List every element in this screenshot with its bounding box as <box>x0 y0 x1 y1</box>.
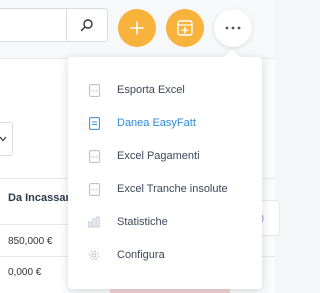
more-options-menu: XLS Esporta Excel Danea EasyFatt XLS Exc… <box>68 57 262 289</box>
menu-item-label: Esporta Excel <box>117 84 185 96</box>
search-input[interactable] <box>0 8 66 42</box>
menu-item-label: Configura <box>117 249 165 261</box>
chevron-down-icon <box>0 136 7 142</box>
content-panel <box>0 58 68 293</box>
svg-text:XLS: XLS <box>91 188 98 192</box>
excel-file-icon: XLS <box>88 149 100 163</box>
more-horizontal-icon <box>225 26 241 30</box>
menu-item-label: Excel Tranche insolute <box>117 183 228 195</box>
menu-item-esporta-excel[interactable]: XLS Esporta Excel <box>68 78 262 102</box>
table-cell: 0,000 € <box>8 267 42 278</box>
search-icon <box>80 19 93 32</box>
gear-icon <box>88 248 100 262</box>
plus-icon <box>130 21 144 35</box>
menu-item-statistiche[interactable]: Statistiche <box>68 210 262 234</box>
menu-item-excel-pagamenti[interactable]: XLS Excel Pagamenti <box>68 144 262 168</box>
menu-item-danea-easyfatt[interactable]: Danea EasyFatt <box>68 111 262 135</box>
menu-item-label: Excel Pagamenti <box>117 150 200 162</box>
more-options-button[interactable] <box>214 9 252 47</box>
column-header: Da Incassare <box>8 192 76 204</box>
excel-file-icon: XLS <box>88 83 100 97</box>
menu-item-excel-tranche-insolute[interactable]: XLS Excel Tranche insolute <box>68 177 262 201</box>
menu-item-configura[interactable]: Configura <box>68 243 262 267</box>
dropdown-toggle[interactable] <box>0 122 13 156</box>
excel-file-icon: XLS <box>88 182 100 196</box>
bar-chart-icon <box>88 215 100 229</box>
file-icon <box>88 116 100 130</box>
search-button[interactable] <box>66 8 108 42</box>
menu-item-label: Statistiche <box>117 216 168 228</box>
svg-text:XLS: XLS <box>91 89 98 93</box>
table-cell: 850,000 € <box>8 236 53 247</box>
add-document-icon <box>177 20 193 36</box>
svg-text:XLS: XLS <box>91 155 98 159</box>
add-document-button[interactable] <box>166 9 204 47</box>
menu-item-label: Danea EasyFatt <box>117 117 196 129</box>
add-button[interactable] <box>118 9 156 47</box>
